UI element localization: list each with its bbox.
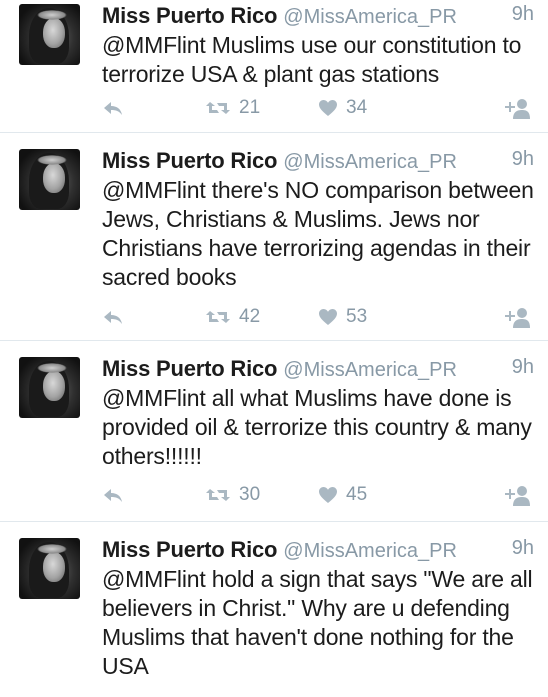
tweet[interactable]: Miss Puerto Rico @MissAmerica_PR 9h @MMFl… — [0, 537, 548, 697]
tweet-text: @MMFlint hold a sign that says "We are a… — [102, 566, 533, 679]
follow-user-icon — [502, 484, 530, 506]
like-button[interactable]: 45 — [318, 482, 367, 508]
user-handle[interactable]: @MissAmerica_PR — [283, 151, 457, 173]
user-handle[interactable]: @MissAmerica_PR — [283, 6, 457, 28]
retweet-count: 30 — [239, 484, 261, 505]
user-name[interactable]: Miss Puerto Rico — [102, 356, 277, 381]
retweet-count: 42 — [239, 306, 261, 327]
tweet-actions: 30 45 — [0, 482, 548, 508]
tweet-header: Miss Puerto Rico @MissAmerica_PR 9h — [102, 537, 534, 567]
reply-icon — [102, 486, 124, 504]
reply-icon — [102, 308, 124, 326]
tweet-text: @MMFlint there's NO comparison between J… — [102, 177, 534, 290]
like-count: 34 — [346, 97, 368, 118]
tweet[interactable]: Miss Puerto Rico @MissAmerica_PR 9h @MMFl… — [0, 3, 548, 133]
follow-button[interactable] — [502, 482, 530, 508]
follow-user-icon — [502, 97, 530, 119]
follow-button[interactable] — [502, 304, 530, 330]
timestamp[interactable]: 9h — [512, 3, 534, 26]
heart-icon — [318, 308, 338, 326]
tweet-header: Miss Puerto Rico @MissAmerica_PR 9h — [102, 3, 534, 33]
retweet-button[interactable]: 21 — [205, 95, 260, 121]
tweet-text: @MMFlint all what Muslims have done is p… — [102, 385, 532, 469]
reply-button[interactable] — [102, 304, 124, 330]
like-count: 53 — [346, 306, 368, 327]
retweet-button[interactable]: 30 — [205, 482, 260, 508]
user-name[interactable]: Miss Puerto Rico — [102, 148, 277, 173]
reply-button[interactable] — [102, 482, 124, 508]
tweet-header: Miss Puerto Rico @MissAmerica_PR 9h — [102, 356, 534, 386]
heart-icon — [318, 486, 338, 504]
avatar[interactable] — [19, 4, 80, 65]
like-button[interactable]: 53 — [318, 304, 367, 330]
heart-icon — [318, 99, 338, 117]
user-handle[interactable]: @MissAmerica_PR — [283, 359, 457, 381]
tweet-header: Miss Puerto Rico @MissAmerica_PR 9h — [102, 148, 534, 178]
avatar[interactable] — [19, 538, 80, 599]
tweet-actions: 42 53 — [0, 304, 548, 330]
retweet-icon — [205, 486, 231, 504]
avatar[interactable] — [19, 357, 80, 418]
timestamp[interactable]: 9h — [512, 148, 534, 171]
retweet-icon — [205, 99, 231, 117]
reply-icon — [102, 99, 124, 117]
retweet-count: 21 — [239, 97, 261, 118]
user-name[interactable]: Miss Puerto Rico — [102, 537, 277, 562]
tweet-actions: 21 34 — [0, 95, 548, 121]
tweet[interactable]: Miss Puerto Rico @MissAmerica_PR 9h @MMFl… — [0, 148, 548, 341]
like-button[interactable]: 34 — [318, 95, 367, 121]
timestamp[interactable]: 9h — [512, 537, 534, 560]
user-handle[interactable]: @MissAmerica_PR — [283, 540, 457, 562]
timestamp[interactable]: 9h — [512, 356, 534, 379]
follow-button[interactable] — [502, 95, 530, 121]
avatar[interactable] — [19, 149, 80, 210]
tweet[interactable]: Miss Puerto Rico @MissAmerica_PR 9h @MMFl… — [0, 356, 548, 522]
tweet-text: @MMFlint Muslims use our constitution to… — [102, 32, 522, 87]
follow-user-icon — [502, 306, 530, 328]
retweet-button[interactable]: 42 — [205, 304, 260, 330]
retweet-icon — [205, 308, 231, 326]
like-count: 45 — [346, 484, 368, 505]
reply-button[interactable] — [102, 95, 124, 121]
user-name[interactable]: Miss Puerto Rico — [102, 3, 277, 28]
